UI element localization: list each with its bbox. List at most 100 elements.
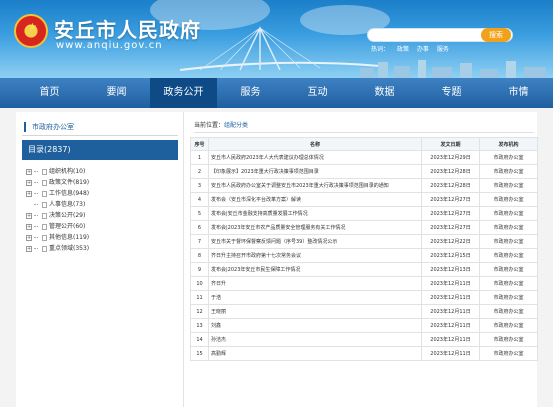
catalog-header[interactable]: 目录(2837): [22, 140, 178, 160]
document-title-link[interactable]: 发布会|2023年安丘市民生保障工作情况: [208, 262, 422, 277]
document-title-link[interactable]: 安丘市人民政府2023年人大代表建议办理总体情况: [208, 150, 422, 165]
expand-icon[interactable]: +: [26, 179, 32, 186]
publisher-org: 市政府办公室: [479, 248, 538, 263]
publisher-org: 市政府办公室: [479, 290, 538, 305]
document-title-link[interactable]: 发布会|2023年安丘市农产品质量安全管理服务有关工作情况: [208, 220, 422, 235]
tree-item-label[interactable]: 决策公开(29): [49, 210, 85, 221]
tree-item[interactable]: + 其他信息(119): [26, 232, 176, 243]
document-title-link[interactable]: 高勤辉: [208, 346, 422, 361]
tree-item[interactable]: + 政策文件(819): [26, 177, 176, 188]
document-icon: [42, 201, 47, 208]
expand-icon[interactable]: +: [26, 234, 32, 241]
document-title-link[interactable]: 刘鑫: [208, 318, 422, 333]
city-skyline: [360, 60, 546, 78]
publish-date: 2023年12月28日: [421, 178, 480, 193]
column-header-date: 发文日期: [421, 137, 480, 151]
row-number: 7: [190, 234, 209, 249]
document-title-link[interactable]: 齐日升: [208, 276, 422, 291]
nav-item-gov-affairs[interactable]: 政务公开: [150, 78, 217, 108]
publish-date: 2023年12月27日: [421, 192, 480, 207]
publish-date: 2023年12月22日: [421, 234, 480, 249]
site-title[interactable]: 安丘市人民政府: [54, 14, 201, 43]
document-title-link[interactable]: 【印象展示】2023年重大行政决策事项范围目录: [208, 164, 422, 179]
table-row[interactable]: 14 孙洁杰 2023年12月11日 市政府办公室: [190, 332, 538, 347]
publish-date: 2023年12月11日: [421, 276, 480, 291]
table-row[interactable]: 2 【印象展示】2023年重大行政决策事项范围目录 2023年12月28日 市政府办公…: [190, 164, 538, 179]
publisher-org: 市政府办公室: [479, 332, 538, 347]
publisher-org: 市政府办公室: [479, 304, 538, 319]
document-title-link[interactable]: 安丘市关于督环保督察反馈问题（序号39）整改情况公示: [208, 234, 422, 249]
folder-icon: [42, 234, 47, 241]
hot-words-label: 热词：: [371, 46, 390, 53]
publisher-org: 市政府办公室: [479, 178, 538, 193]
table-row[interactable]: 3 安丘市人民政府办公室关于调整安丘市2023年重大行政决策事项范围目录的通知 20…: [190, 178, 538, 193]
publish-date: 2023年12月27日: [421, 220, 480, 235]
tree-item[interactable]: 人事信息(73): [26, 199, 176, 210]
hot-word-link[interactable]: 政策: [397, 46, 409, 53]
row-number: 14: [190, 332, 209, 347]
table-row[interactable]: 5 发布会|安丘市金融支持高质量发展工作情况 2023年12月27日 市政府办公室: [190, 206, 538, 221]
hot-word-link[interactable]: 办事: [417, 46, 429, 53]
header-banner: ★ 安丘市人民政府 www.anqiu.gov.cn 搜索 热词： 政策 办事 …: [0, 0, 553, 78]
document-title-link[interactable]: 孙洁杰: [208, 332, 422, 347]
expand-icon[interactable]: +: [26, 212, 32, 219]
tree-item-label[interactable]: 政策文件(819): [49, 177, 89, 188]
table-row[interactable]: 10 齐日升 2023年12月11日 市政府办公室: [190, 276, 538, 291]
table-row[interactable]: 7 安丘市关于督环保督察反馈问题（序号39）整改情况公示 2023年12月22日 市政…: [190, 234, 538, 249]
document-title-link[interactable]: 王晓丽: [208, 304, 422, 319]
publish-date: 2023年12月11日: [421, 346, 480, 361]
table-row[interactable]: 11 于浩 2023年12月11日 市政府办公室: [190, 290, 538, 305]
nav-item-data[interactable]: 数据: [351, 78, 418, 108]
expand-icon[interactable]: +: [26, 190, 32, 197]
table-row[interactable]: 1 安丘市人民政府2023年人大代表建议办理总体情况 2023年12月29日 市政府办…: [190, 150, 538, 165]
row-number: 6: [190, 220, 209, 235]
publish-date: 2023年12月11日: [421, 318, 480, 333]
publish-date: 2023年12月29日: [421, 150, 480, 165]
document-title-link[interactable]: 安丘市人民政府办公室关于调整安丘市2023年重大行政决策事项范围目录的通知: [208, 178, 422, 193]
table-row[interactable]: 8 齐日升主持召开市政府第十七次常务会议 2023年12月15日 市政府办公室: [190, 248, 538, 263]
publisher-org: 市政府办公室: [479, 192, 538, 207]
expand-icon[interactable]: +: [26, 245, 32, 252]
tree-item-label[interactable]: 工作信息(948): [49, 188, 89, 199]
row-number: 10: [190, 276, 209, 291]
tree-item-label[interactable]: 人事信息(73): [49, 199, 85, 210]
table-row[interactable]: 15 高勤辉 2023年12月11日 市政府办公室: [190, 346, 538, 361]
tree-item[interactable]: + 管理公开(60): [26, 221, 176, 232]
bridge-illustration: [180, 26, 380, 71]
row-number: 1: [190, 150, 209, 165]
nav-item-interaction[interactable]: 互动: [284, 78, 351, 108]
document-title-link[interactable]: 齐日升主持召开市政府第十七次常务会议: [208, 248, 422, 263]
table-row[interactable]: 6 发布会|2023年安丘市农产品质量安全管理服务有关工作情况 2023年12月27…: [190, 220, 538, 235]
tree-item[interactable]: + 重点领域(353): [26, 243, 176, 254]
breadcrumb-current[interactable]: 组配分类: [224, 122, 248, 129]
tree-item[interactable]: + 决策公开(29): [26, 210, 176, 221]
table-row[interactable]: 12 王晓丽 2023年12月11日 市政府办公室: [190, 304, 538, 319]
breadcrumb: 当前位置：组配分类: [194, 118, 534, 133]
tree-item-label[interactable]: 组织机构(10): [49, 166, 85, 177]
tree-item-label[interactable]: 其他信息(119): [49, 232, 89, 243]
main-nav: 首页 要闻 政务公开 服务 互动 数据 专题 市情: [0, 78, 553, 108]
document-table: 序号 名称 发文日期 发布机构 1 安丘市人民政府2023年人大代表建议办理总体情…: [190, 137, 538, 361]
hot-word-link[interactable]: 服务: [437, 46, 449, 53]
publish-date: 2023年12月27日: [421, 206, 480, 221]
document-title-link[interactable]: 发布会|安丘市金融支持高质量发展工作情况: [208, 206, 422, 221]
hot-words: 热词： 政策 办事 服务: [371, 44, 455, 53]
tree-item[interactable]: + 组织机构(10): [26, 166, 176, 177]
nav-item-news[interactable]: 要闻: [83, 78, 150, 108]
nav-item-home[interactable]: 首页: [16, 78, 83, 108]
document-title-link[interactable]: 发布会（安丘市深化平台改革方案）解读: [208, 192, 422, 207]
expand-icon[interactable]: +: [26, 223, 32, 230]
tree-item-label[interactable]: 重点领域(353): [49, 243, 89, 254]
document-title-link[interactable]: 于浩: [208, 290, 422, 305]
expand-icon[interactable]: +: [26, 168, 32, 175]
tree-item-label[interactable]: 管理公开(60): [49, 221, 85, 232]
nav-item-service[interactable]: 服务: [217, 78, 284, 108]
search-button[interactable]: 搜索: [481, 28, 511, 42]
tree-item[interactable]: + 工作信息(948): [26, 188, 176, 199]
table-row[interactable]: 13 刘鑫 2023年12月11日 市政府办公室: [190, 318, 538, 333]
table-row[interactable]: 4 发布会（安丘市深化平台改革方案）解读 2023年12月27日 市政府办公室: [190, 192, 538, 207]
nav-item-topics[interactable]: 专题: [418, 78, 485, 108]
sidebar-heading[interactable]: 市政府办公室: [22, 118, 178, 136]
table-row[interactable]: 9 发布会|2023年安丘市民生保障工作情况 2023年12月13日 市政府办公室: [190, 262, 538, 277]
nav-item-city-info[interactable]: 市情: [485, 78, 552, 108]
